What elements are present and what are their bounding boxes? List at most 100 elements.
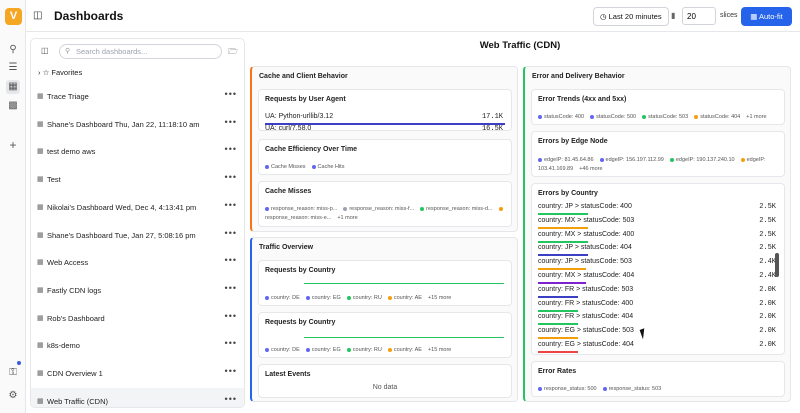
legend: response_reason: miss-p... response_reaso… bbox=[265, 205, 510, 223]
new-folder-icon[interactable]: 🗁 bbox=[228, 46, 238, 60]
legend-more[interactable]: +1 more bbox=[337, 215, 357, 221]
more-options-icon[interactable]: ••• bbox=[225, 338, 237, 348]
more-options-icon[interactable]: ••• bbox=[225, 89, 237, 99]
favorites-toggle[interactable]: › ☆ Favorites bbox=[38, 68, 82, 77]
legend-item[interactable]: country: AE bbox=[387, 295, 422, 301]
card-requests-by-user-agent[interactable]: Requests by User Agent UA: Python-urllib… bbox=[258, 89, 512, 131]
card-errors-by-country[interactable]: Errors by Country country: JP > statusCo… bbox=[531, 183, 785, 355]
legend-item[interactable]: response_reason: miss-f... bbox=[343, 206, 414, 212]
app-logo[interactable]: V bbox=[5, 8, 22, 25]
row-bar bbox=[538, 226, 588, 229]
clock-icon: ◷ bbox=[600, 12, 609, 21]
legend-item[interactable]: response_status: 500 bbox=[538, 386, 597, 392]
legend-item[interactable]: edgeIP: 81.45.64.86 bbox=[538, 157, 594, 163]
legend-item[interactable]: country: AE bbox=[387, 347, 422, 353]
more-options-icon[interactable]: ••• bbox=[225, 255, 237, 265]
dashboard-icon: ▦ bbox=[37, 176, 44, 184]
row-value: 2.0K bbox=[759, 299, 776, 308]
card-cache-misses[interactable]: Cache Misses response_reason: miss-p... r… bbox=[258, 181, 512, 227]
search-icon[interactable]: ⚲ bbox=[6, 43, 20, 57]
legend-dot bbox=[387, 347, 392, 352]
row-value: 2.0K bbox=[759, 327, 776, 336]
more-options-icon[interactable]: ••• bbox=[225, 144, 237, 154]
row-value: 2.5K bbox=[759, 244, 776, 253]
sidebar-item-label: Web Traffic (CDN) bbox=[47, 396, 108, 406]
time-range-button[interactable]: ◷ Last 20 minutes bbox=[593, 7, 669, 26]
card-error-rates[interactable]: Error Rates response_status: 500 response… bbox=[531, 361, 785, 397]
filter-icon[interactable]: ☰ bbox=[6, 61, 20, 75]
chart-icon[interactable]: ▩ bbox=[6, 99, 20, 113]
more-options-icon[interactable]: ••• bbox=[225, 228, 237, 238]
dashboard-icon[interactable]: ▦ bbox=[6, 80, 20, 94]
legend-item[interactable]: country: EG bbox=[305, 347, 341, 353]
legend-item[interactable]: edgeIP: 190.137.240.10 bbox=[669, 157, 735, 163]
sidebar-item[interactable]: ▦ k8s-demo ••• bbox=[31, 332, 244, 359]
sidebar-item[interactable]: ▦ Nikolai's Dashboard Wed, Dec 4, 4:13:41… bbox=[31, 194, 244, 221]
more-options-icon[interactable]: ••• bbox=[225, 200, 237, 210]
legend-label: statusCode: 500 bbox=[596, 114, 637, 120]
card-requests-by-country-1[interactable]: Requests by Country country: DE country: … bbox=[258, 260, 512, 306]
more-options-icon[interactable]: ••• bbox=[225, 394, 237, 404]
legend-item[interactable]: country: RU bbox=[346, 295, 382, 301]
row-label: country: FR > statusCode: 404 bbox=[538, 313, 634, 321]
sidebar-item[interactable]: ▦ Shane's Dashboard Tue, Jan 27, 5:08:16 … bbox=[31, 222, 244, 249]
sidebar-item[interactable]: ▦ Test ••• bbox=[31, 166, 244, 193]
collapse-icon[interactable]: ◫ bbox=[41, 46, 49, 55]
legend-more[interactable]: +15 more bbox=[428, 347, 451, 353]
legend-item[interactable]: statusCode: 404 bbox=[694, 114, 740, 120]
legend-item[interactable]: country: EG bbox=[305, 295, 341, 301]
key-icon[interactable]: ⚿ bbox=[6, 366, 20, 380]
series-line bbox=[304, 283, 504, 284]
more-options-icon[interactable]: ••• bbox=[225, 283, 237, 293]
legend-item[interactable]: response_reason: miss-d... bbox=[420, 206, 493, 212]
plus-icon[interactable]: + bbox=[6, 138, 20, 152]
more-options-icon[interactable]: ••• bbox=[225, 311, 237, 321]
legend-item[interactable]: response_reason: miss-p... bbox=[265, 206, 337, 212]
legend-item[interactable]: country: DE bbox=[265, 347, 300, 353]
legend-more[interactable]: +1 more bbox=[746, 114, 766, 120]
card-requests-by-country-2[interactable]: Requests by Country country: DE country: … bbox=[258, 312, 512, 358]
legend-dot bbox=[694, 114, 699, 119]
sidebar-item[interactable]: ▦ Trace Triage ••• bbox=[31, 83, 244, 110]
card-cache-efficiency[interactable]: Cache Efficiency Over Time Cache Misses C… bbox=[258, 139, 512, 175]
legend-dot bbox=[265, 295, 269, 300]
sidebar-item[interactable]: ▦ Shane's Dashboard Thu, Jan 22, 11:18:10… bbox=[31, 111, 244, 138]
sidebar-item[interactable]: ▦ Web Traffic (CDN) ••• bbox=[31, 387, 244, 407]
sidebar-item[interactable]: ▦ CDN Overview 1 ••• bbox=[31, 360, 244, 387]
legend-item[interactable]: country: RU bbox=[346, 347, 382, 353]
legend-item[interactable]: Cache Hits bbox=[311, 164, 344, 170]
legend-dot bbox=[265, 206, 269, 211]
card-latest-events[interactable]: Latest Events No data bbox=[258, 364, 512, 398]
legend-label: response_reason: miss-f... bbox=[349, 206, 415, 212]
legend-item[interactable]: statusCode: 400 bbox=[538, 114, 584, 120]
sidebar-item[interactable]: ▦ Web Access ••• bbox=[31, 249, 244, 276]
sidebar-item[interactable]: ▦ Fastly CDN logs ••• bbox=[31, 277, 244, 304]
legend-label: statusCode: 404 bbox=[700, 114, 741, 120]
legend-label: edgeIP: 190.137.240.10 bbox=[675, 157, 735, 163]
legend-item[interactable]: edgeIP: 156.197.112.99 bbox=[599, 157, 664, 163]
legend-item[interactable]: response_status: 503 bbox=[602, 386, 662, 392]
legend-item[interactable]: country: DE bbox=[265, 295, 300, 301]
more-options-icon[interactable]: ••• bbox=[225, 366, 237, 376]
auto-fit-button[interactable]: ▦ Auto-fit bbox=[741, 7, 792, 26]
legend-item[interactable]: statusCode: 503 bbox=[642, 114, 688, 120]
card-errors-by-edge-node[interactable]: Errors by Edge Node edgeIP: 81.45.64.86 e… bbox=[531, 131, 785, 177]
sidebar-item[interactable]: ▦ test demo aws ••• bbox=[31, 138, 244, 165]
more-options-icon[interactable]: ••• bbox=[225, 117, 237, 127]
legend-label: country: RU bbox=[352, 347, 382, 353]
legend-item[interactable]: Cache Misses bbox=[265, 164, 306, 170]
legend-label: response_status: 503 bbox=[608, 386, 662, 392]
legend-more[interactable]: +46 more bbox=[579, 166, 602, 172]
panel-toggle-icon[interactable]: ◫ bbox=[33, 10, 42, 21]
settings-icon[interactable]: ⚙ bbox=[6, 389, 20, 403]
legend-more[interactable]: +15 more bbox=[428, 295, 451, 301]
scrollbar-thumb[interactable] bbox=[775, 253, 779, 277]
legend-item[interactable]: statusCode: 500 bbox=[590, 114, 636, 120]
card-error-trends[interactable]: Error Trends (4xx and 5xx) statusCode: 4… bbox=[531, 89, 785, 125]
dashboard-icon: ▦ bbox=[37, 203, 44, 211]
search-input[interactable]: ⚲ Search dashboards... bbox=[59, 44, 222, 59]
more-options-icon[interactable]: ••• bbox=[225, 172, 237, 182]
slices-input[interactable] bbox=[682, 7, 716, 25]
group-cache-client: Cache and Client Behavior Requests by Us… bbox=[250, 66, 518, 232]
sidebar-item[interactable]: ▦ Rob's Dashboard ••• bbox=[31, 305, 244, 332]
